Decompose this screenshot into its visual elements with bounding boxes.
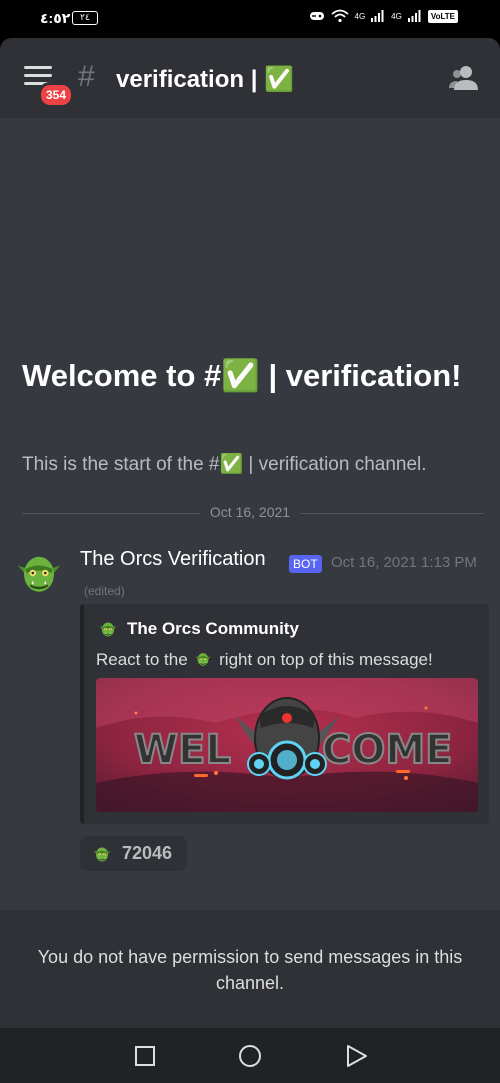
unread-badge: 354 (38, 82, 75, 108)
welcome-title: Welcome to #✅ | verification! (22, 358, 462, 393)
embed-author: The Orcs Community (127, 619, 299, 638)
system-nav-bar (0, 1028, 500, 1083)
signal-icon (371, 10, 384, 22)
edited-label: (edited) (84, 584, 125, 598)
orc-emoji-icon (92, 844, 112, 864)
battery-icon: ٢٤ (72, 11, 98, 25)
volte-badge: VoLTE (427, 9, 458, 23)
embed-description: React to the right on top of this messag… (96, 650, 433, 670)
status-time: ٤:٥٢ (40, 10, 71, 26)
recents-icon[interactable] (133, 1044, 157, 1068)
network-type-1: 4G (354, 11, 366, 21)
message-embed[interactable]: The Orcs Community React to the right on… (80, 604, 489, 824)
reaction-count: 72046 (122, 843, 173, 863)
orc-emoji-icon (194, 650, 212, 668)
no-permission-text: You do not have permission to send messa… (37, 947, 463, 993)
date-divider-label: Oct 16, 2021 (199, 504, 301, 520)
signal-icon-2 (407, 10, 421, 22)
network-type-2: 4G (391, 11, 402, 21)
bot-tag: BOT (289, 555, 322, 573)
banner-text-right: COME (322, 727, 453, 773)
banner-text-left: WEL (134, 727, 231, 773)
bot-avatar[interactable] (14, 548, 64, 598)
gamepad-icon (309, 12, 324, 20)
app-window: 354 # verification | ✅ Welcome to #✅ | v… (0, 38, 500, 1028)
welcome-subtitle: This is the start of the #✅ | verificati… (22, 454, 427, 475)
back-icon[interactable] (344, 1044, 368, 1068)
orc-emoji-icon (98, 619, 118, 639)
embed-description-start: React to the (96, 650, 188, 669)
message-author[interactable]: The Orcs Verification (80, 548, 266, 571)
no-permission-notice: You do not have permission to send messa… (0, 910, 500, 1028)
status-bar: ٤:٥٢ ٢٤ 4G 4G VoLTE (0, 0, 500, 38)
members-icon[interactable] (448, 62, 480, 94)
welcome-banner-image[interactable]: WEL COME (96, 678, 478, 812)
hash-icon: # (78, 60, 95, 93)
channel-title[interactable]: verification | ✅ (116, 65, 294, 94)
reaction-button[interactable]: 72046 (80, 836, 187, 871)
wifi-icon (330, 9, 349, 23)
channel-header: 354 # verification | ✅ (0, 38, 500, 118)
message-timestamp: Oct 16, 2021 1:13 PM (331, 554, 477, 571)
embed-description-end: right on top of this message! (219, 650, 433, 669)
status-icons: 4G 4G VoLTE (309, 9, 458, 23)
home-icon[interactable] (238, 1044, 262, 1068)
